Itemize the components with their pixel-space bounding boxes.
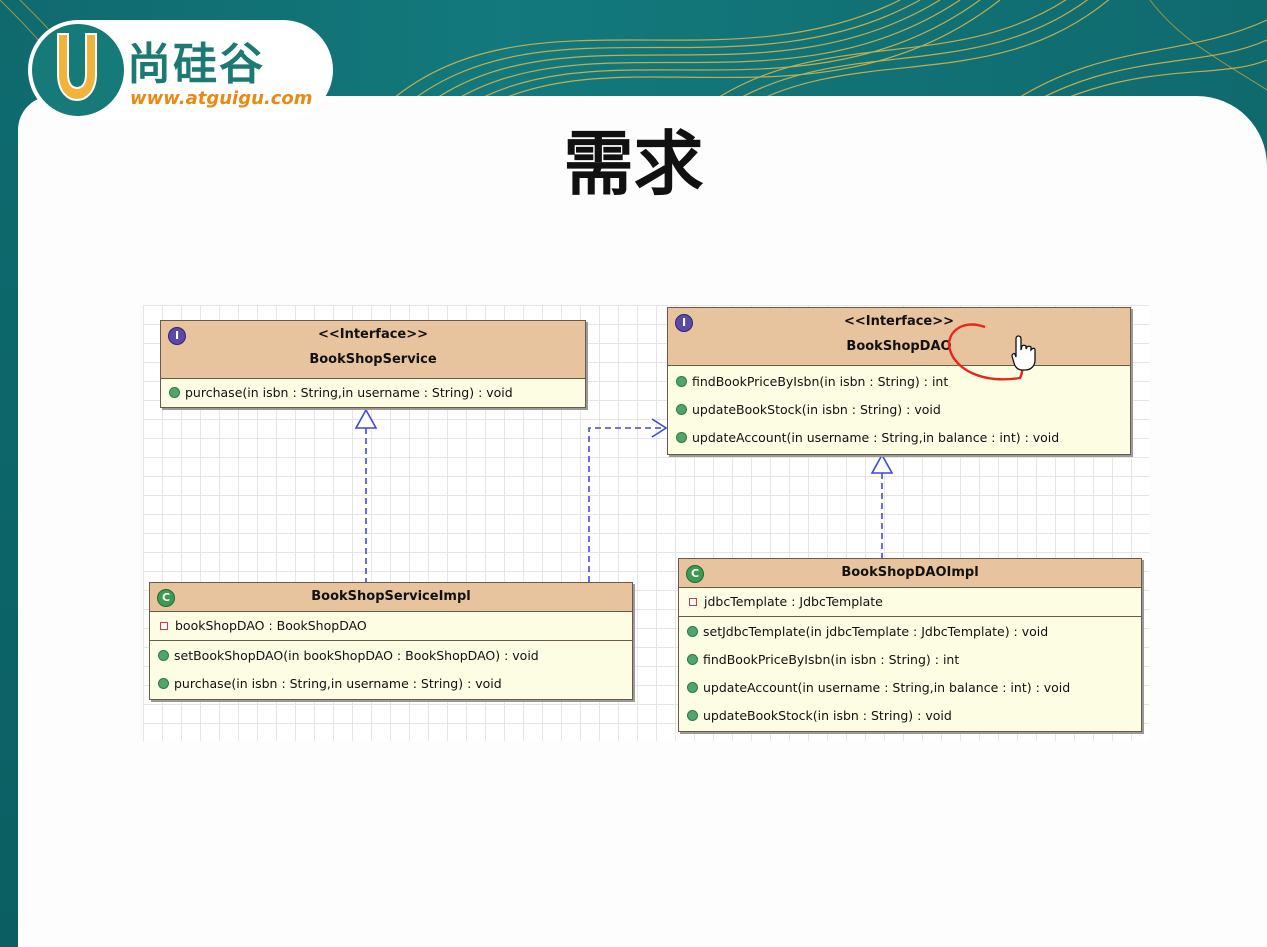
annotation-layer	[947, 323, 1036, 381]
hand-pointer-icon	[1011, 335, 1036, 371]
red-pen-annotation	[947, 323, 1024, 381]
